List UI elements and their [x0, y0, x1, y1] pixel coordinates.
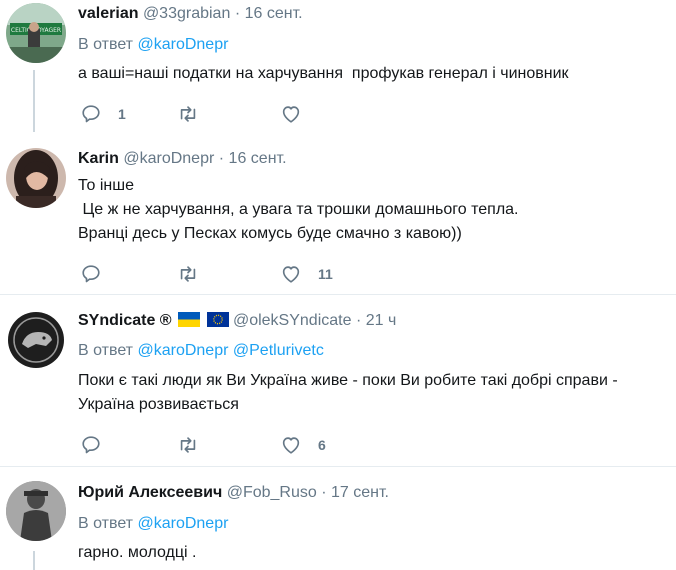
reply-context: В ответ @karoDnepr — [78, 514, 228, 534]
reply-button[interactable] — [80, 433, 140, 457]
reply-icon — [82, 265, 100, 283]
author-name[interactable]: Юрий Алексеевич — [78, 484, 222, 501]
mention-link[interactable]: @karoDnepr — [137, 515, 228, 532]
thread-line — [33, 551, 35, 570]
avatar[interactable] — [6, 310, 66, 370]
tweet-karin: Karin @karoDnepr · 16 сент. То інше Це ж… — [0, 142, 676, 294]
mention-link[interactable]: @karoDnepr — [137, 36, 228, 53]
like-count: 6 — [318, 437, 326, 453]
mention-link[interactable]: @Petlurivetc — [233, 342, 324, 359]
tweet-header: Karin @karoDnepr · 16 сент. — [78, 149, 287, 169]
timestamp[interactable]: 16 сент. — [245, 5, 303, 22]
reply-button[interactable]: 1 — [80, 102, 140, 126]
separator-dot: · — [321, 484, 327, 501]
tweet-header: Юрий Алексеевич @Fob_Ruso · 17 сент. — [78, 483, 389, 503]
reply-context: В ответ @karoDnepr @Petlurivetc — [78, 341, 324, 361]
tweet-text: гарно. молодці . — [78, 544, 197, 561]
author-name[interactable]: Karin — [78, 150, 119, 167]
heart-icon — [282, 437, 300, 454]
avatar[interactable] — [6, 481, 66, 541]
author-handle[interactable]: @Fob_Ruso — [227, 484, 317, 501]
tweet-header: SYndicate ® @olekSYndicate · 21 ч — [78, 311, 396, 331]
mention-link[interactable]: @karoDnepr — [137, 342, 228, 359]
author-name[interactable]: valerian — [78, 5, 138, 22]
ukraine-flag-icon — [178, 312, 201, 327]
separator-dot: · — [218, 150, 225, 167]
tweet-syndicate: SYndicate ® @olekSYndicate · 21 ч В отве… — [0, 295, 676, 466]
author-name[interactable]: SYndicate ® — [78, 312, 172, 329]
like-button[interactable]: 11 — [280, 262, 340, 286]
like-button[interactable] — [280, 102, 340, 126]
retweet-icon — [180, 437, 196, 453]
tweet-yuriy: Юрий Алексеевич @Fob_Ruso · 17 сент. В о… — [0, 467, 676, 570]
reply-prefix: В ответ — [78, 342, 134, 359]
tweet-text: а ваші=наші податки на харчування профук… — [78, 65, 569, 82]
reply-button[interactable] — [80, 262, 140, 286]
like-button[interactable]: 6 — [280, 433, 340, 457]
retweet-button[interactable] — [176, 102, 236, 126]
reply-count: 1 — [118, 106, 126, 122]
timestamp[interactable]: 21 ч — [366, 312, 397, 329]
reply-prefix: В ответ — [78, 515, 134, 532]
heart-icon — [282, 266, 300, 283]
tweet-valerian: CELTIC·VOYAGER valerian @33grabian · 16 … — [0, 0, 676, 142]
timestamp[interactable]: 16 сент. — [229, 150, 287, 167]
separator-dot: · — [355, 312, 362, 329]
reply-context: В ответ @karoDnepr — [78, 35, 228, 55]
retweet-button[interactable] — [176, 262, 236, 286]
tweet-text: То інше Це ж не харчування, а увага та т… — [78, 177, 519, 242]
retweet-button[interactable] — [176, 433, 236, 457]
author-handle[interactable]: @karoDnepr — [123, 150, 214, 167]
reply-icon — [82, 105, 100, 123]
retweet-icon — [180, 106, 196, 122]
retweet-icon — [180, 266, 196, 282]
tweet-header: valerian @33grabian · 16 сент. — [78, 4, 303, 24]
separator-dot: · — [234, 5, 241, 22]
author-handle[interactable]: @33grabian — [143, 5, 230, 22]
reply-icon — [82, 436, 100, 454]
timestamp[interactable]: 17 сент. — [331, 484, 389, 501]
avatar[interactable]: CELTIC·VOYAGER — [6, 3, 66, 63]
heart-icon — [282, 106, 300, 123]
like-count: 11 — [318, 266, 333, 282]
thread-line — [33, 70, 35, 132]
tweet-text: Поки є такі люди як Ви Україна живе - по… — [78, 372, 618, 413]
author-handle[interactable]: @olekSYndicate — [233, 312, 352, 329]
avatar[interactable] — [6, 148, 66, 208]
eu-flag-icon — [206, 312, 229, 327]
reply-prefix: В ответ — [78, 36, 134, 53]
